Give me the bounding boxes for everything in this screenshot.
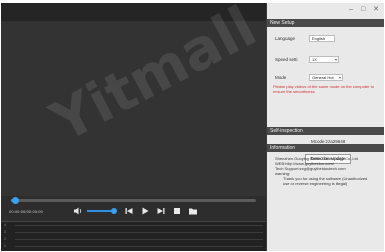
waveform-axis-label: 2 <box>4 237 6 241</box>
stop-icon[interactable] <box>172 206 182 216</box>
language-select-value: English <box>312 36 326 41</box>
information-text: Shenzhen Guoying Beidou Technology Co.,L… <box>275 156 381 186</box>
waveform-panel: 4 3 2 1 <box>1 221 266 251</box>
language-select[interactable]: English <box>309 35 335 42</box>
mode-label: Mode <box>275 75 287 80</box>
volume-slider-fill <box>87 210 111 212</box>
window-controls[interactable]: – □ ✕ <box>349 5 382 13</box>
volume-handle[interactable] <box>111 208 117 214</box>
play-icon[interactable] <box>140 206 150 216</box>
mode-select-value: General Hot <box>312 75 334 80</box>
player-area: 00:00:00/00:00:00 4 3 2 1 <box>1 3 266 251</box>
player-top-strip <box>1 3 266 21</box>
app-window: 00:00:00/00:00:00 4 3 2 1 – □ ✕ New Setup L… <box>1 3 384 251</box>
waveform-gridline <box>15 225 263 226</box>
chevron-down-icon: ▾ <box>338 75 341 80</box>
waveform-axis-label: 3 <box>4 230 6 234</box>
information-header: Information <box>267 144 384 152</box>
video-canvas[interactable] <box>1 21 266 196</box>
seek-handle[interactable] <box>12 197 19 204</box>
speed-label: Speed setti <box>275 57 298 62</box>
speed-select-value: 1X <box>312 57 317 62</box>
previous-icon[interactable] <box>124 206 134 216</box>
waveform-gridline <box>15 239 263 240</box>
mode-select[interactable]: General Hot ▾ <box>309 74 343 81</box>
self-inspection-header: Self-inspection <box>267 127 384 135</box>
language-label: Language <box>275 36 296 41</box>
next-icon[interactable] <box>156 206 166 216</box>
settings-header: New Setup <box>267 19 384 27</box>
speed-select[interactable]: 1X ▾ <box>309 56 339 63</box>
waveform-gridline <box>15 232 263 233</box>
volume-icon[interactable] <box>73 206 83 216</box>
waveform-axis-label: 4 <box>4 223 6 227</box>
mode-warning-note: Please play videos of the same mode on t… <box>273 84 374 94</box>
waveform-gridline <box>15 246 263 247</box>
waveform-axis-label: 1 <box>4 244 6 248</box>
time-display: 00:00:00/00:00:00 <box>9 209 43 214</box>
settings-panel: – □ ✕ New Setup Language English Speed s… <box>267 3 384 251</box>
folder-icon[interactable] <box>188 206 198 216</box>
info-line: use or reverse engineering is illegal) <box>283 181 348 186</box>
chevron-down-icon: ▾ <box>334 57 337 62</box>
seek-bar[interactable] <box>11 199 256 202</box>
